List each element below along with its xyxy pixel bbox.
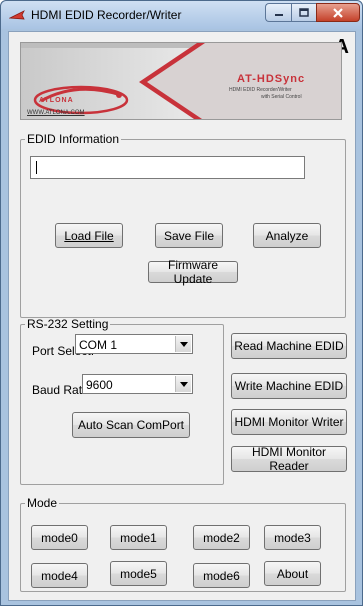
about-button[interactable]: About [264,561,321,586]
analyze-button[interactable]: Analyze [253,223,321,248]
mode6-label: mode6 [203,568,240,583]
auto-scan-comport-button[interactable]: Auto Scan ComPort [72,412,190,438]
chevron-down-icon [179,341,188,347]
hdmi-monitor-reader-label: HDMI Monitor Reader [251,445,326,473]
save-file-label: Save File [163,228,215,243]
hdmi-monitor-writer-label: HDMI Monitor Writer [234,415,344,429]
minimize-button[interactable] [265,3,291,22]
text-caret [36,161,37,174]
load-file-label: Load File [64,228,114,243]
firmware-update-button[interactable]: Firmware Update [148,258,238,286]
mode3-label: mode3 [274,530,311,545]
chevron-down-icon [179,381,188,387]
mode6-button[interactable]: mode6 [193,563,250,588]
read-machine-edid-label: Read Machine EDID [234,339,344,353]
edid-text-field[interactable] [30,156,305,179]
mode-group-label: Mode [27,496,58,510]
maximize-button[interactable] [291,3,316,22]
mode5-label: mode5 [120,566,157,581]
minimize-icon [274,13,283,16]
banner-url: WWW.ATLONA.COM [27,110,85,116]
hdmi-monitor-writer-button[interactable]: HDMI Monitor Writer [231,409,347,435]
banner-brand: ATLONA [39,97,74,104]
title-bar[interactable]: HDMI EDID Recorder/Writer [1,1,362,29]
firmware-update-label: Firmware Update [168,258,218,286]
client-area: A AT-HDSync HDMI EDID Recorder/Writer wi… [8,31,356,601]
mode5-button[interactable]: mode5 [110,561,167,586]
mode1-button[interactable]: mode1 [110,525,167,550]
baud-rate-value: 9600 [86,378,113,392]
port-dropdown-button[interactable] [175,336,191,352]
caption-buttons [265,3,360,23]
load-file-button[interactable]: Load File [55,223,123,248]
baud-rate-dropdown[interactable]: 9600 [82,374,193,394]
brand-banner: AT-HDSync HDMI EDID Recorder/Writer with… [20,42,342,120]
baud-dropdown-button[interactable] [175,376,191,392]
mode4-label: mode4 [41,568,78,583]
read-machine-edid-button[interactable]: Read Machine EDID [231,333,347,359]
window-title: HDMI EDID Recorder/Writer [31,8,182,22]
hdmi-monitor-reader-button[interactable]: HDMI Monitor Reader [231,445,347,473]
maximize-icon [299,8,309,17]
banner-product: AT-HDSync [237,73,306,85]
mode3-button[interactable]: mode3 [264,525,321,550]
save-file-button[interactable]: Save File [155,223,223,248]
close-button[interactable] [316,3,360,22]
mode2-button[interactable]: mode2 [193,525,250,550]
banner-tagline-1: HDMI EDID Recorder/Writer [229,87,292,93]
port-select-value: COM 1 [79,338,118,352]
rs232-group-label: RS-232 Setting [27,317,109,331]
close-icon [333,7,343,18]
mode1-label: mode1 [120,530,157,545]
mode0-button[interactable]: mode0 [31,525,88,550]
auto-scan-label: Auto Scan ComPort [77,418,185,432]
banner-tagline-2: with Serial Control [261,94,302,100]
app-icon [8,9,25,21]
app-window: HDMI EDID Recorder/Writer A AT-HDSync HD… [0,0,363,606]
mode4-button[interactable]: mode4 [31,563,88,588]
analyze-label: Analyze [265,228,309,243]
mode0-label: mode0 [41,530,78,545]
write-machine-edid-button[interactable]: Write Machine EDID [231,373,347,399]
edid-group-label: EDID Information [27,132,120,146]
write-machine-edid-label: Write Machine EDID [234,379,344,393]
port-select-dropdown[interactable]: COM 1 [75,334,193,354]
about-label: About [276,566,309,581]
mode2-label: mode2 [203,530,240,545]
